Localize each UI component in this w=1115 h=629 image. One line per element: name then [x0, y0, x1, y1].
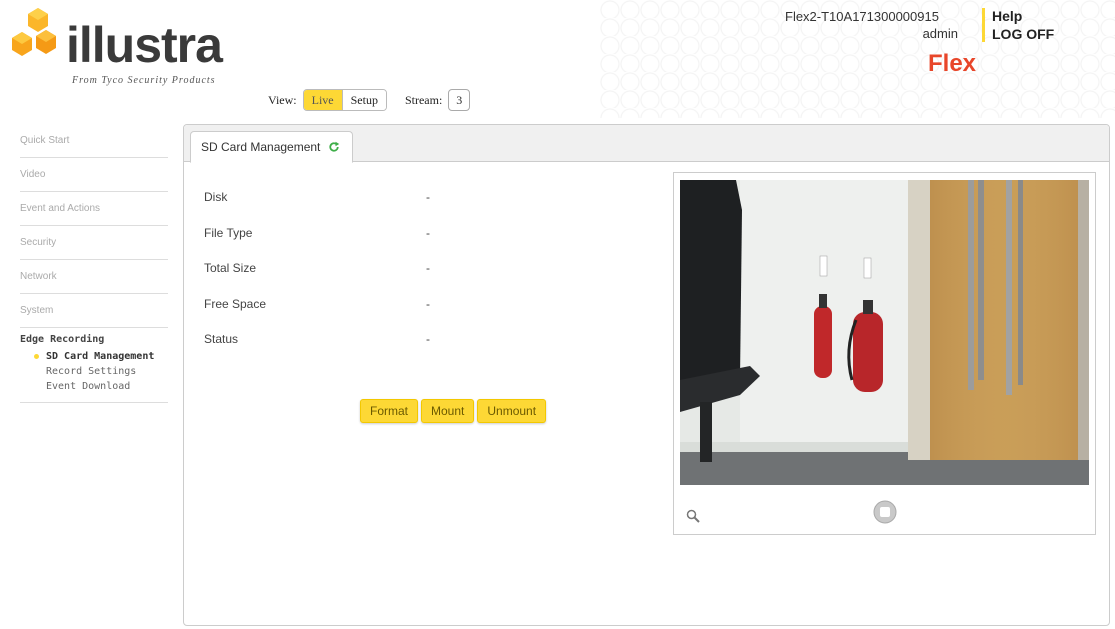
username: admin — [922, 26, 958, 41]
view-setup-button[interactable]: Setup — [342, 90, 386, 110]
sidebar-item-security[interactable]: Security — [20, 226, 168, 260]
format-button[interactable]: Format — [360, 399, 419, 423]
device-name: Flex2-T10A171300000915 — [785, 9, 939, 24]
sidebar-item-quick-start[interactable]: Quick Start — [20, 124, 168, 158]
field-row: Free Space - — [204, 290, 504, 326]
refresh-icon[interactable] — [328, 141, 340, 153]
field-row: Total Size - — [204, 254, 504, 290]
sd-card-actions: Format Mount Unmount — [360, 399, 547, 423]
brand-name: illustra — [66, 17, 223, 73]
tab-sd-card-management[interactable]: SD Card Management — [190, 131, 354, 163]
sidebar-subitem-sd-card-management[interactable]: SD Card Management — [20, 349, 168, 364]
stream-selector[interactable]: 3 — [448, 89, 471, 111]
unmount-button[interactable]: Unmount — [477, 399, 547, 423]
sidebar-item-event-and-actions[interactable]: Event and Actions — [20, 192, 168, 226]
sidebar-item-network[interactable]: Network — [20, 260, 168, 294]
illustra-logo: illustra From Tyco Security Products — [8, 8, 248, 88]
tab-label: SD Card Management — [201, 140, 321, 154]
sidebar-item-edge-recording[interactable]: Edge Recording — [20, 334, 168, 345]
view-live-button[interactable]: Live — [303, 90, 343, 110]
live-video-panel — [673, 172, 1096, 535]
field-label-free-space: Free Space — [204, 296, 267, 311]
field-label-file-type: File Type — [204, 225, 253, 240]
live-video-feed[interactable] — [680, 180, 1089, 485]
stream-label: Stream: — [404, 92, 443, 107]
mount-button[interactable]: Mount — [421, 399, 475, 423]
main-panel: SD Card Management Disk - File Type - To… — [183, 124, 1110, 626]
field-row: Status - — [204, 325, 504, 361]
logoff-link[interactable]: LOG OFF — [992, 26, 1054, 42]
field-value-disk: - — [426, 190, 430, 204]
logo-cubes-icon — [12, 8, 56, 56]
field-value-file-type: - — [426, 225, 430, 240]
sidebar-item-video[interactable]: Video — [20, 158, 168, 192]
field-label-status: Status — [204, 332, 239, 346]
view-toolbar: View: Live Setup Stream: 3 — [268, 89, 471, 111]
tab-strip: SD Card Management — [184, 125, 1109, 163]
field-label-total-size: Total Size — [204, 261, 257, 275]
field-row: Disk - — [204, 183, 504, 219]
field-row: File Type - — [204, 219, 504, 255]
sidebar-subitem-record-settings[interactable]: Record Settings — [20, 364, 168, 379]
sd-card-info: Disk - File Type - Total Size - Free Spa… — [204, 183, 504, 361]
header-divider — [982, 8, 985, 42]
field-value-status: - — [426, 332, 430, 346]
brand-tagline: From Tyco Security Products — [72, 75, 216, 86]
product-name: Flex — [928, 50, 977, 77]
field-value-total-size: - — [426, 261, 430, 275]
view-label: View: — [268, 92, 297, 107]
zoom-icon[interactable] — [686, 509, 700, 523]
view-toggle: Live Setup — [302, 89, 387, 111]
stop-icon[interactable] — [872, 499, 898, 525]
sidebar-nav: Quick Start Video Event and Actions Secu… — [20, 124, 168, 403]
field-label-disk: Disk — [204, 190, 228, 204]
sidebar-subitem-event-download[interactable]: Event Download — [20, 379, 168, 394]
sidebar-item-system[interactable]: System — [20, 294, 168, 328]
field-value-free-space: - — [426, 296, 430, 311]
sidebar-group-edge-recording: Edge Recording SD Card Management Record… — [20, 328, 168, 403]
help-link[interactable]: Help — [992, 8, 1022, 24]
